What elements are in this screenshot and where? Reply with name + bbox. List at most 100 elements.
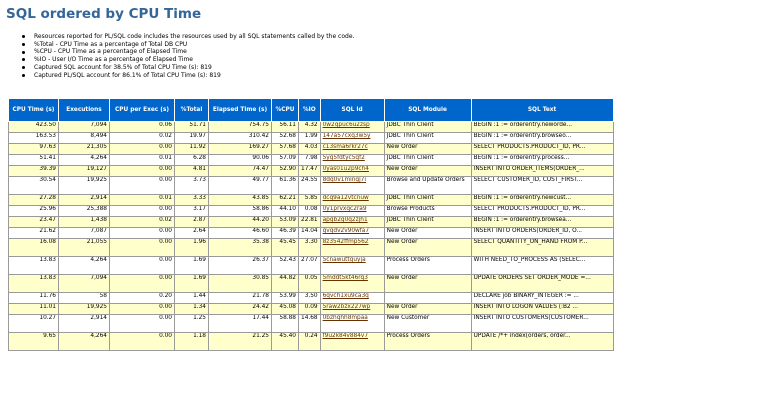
sql-id-link[interactable]: c13sma6rkr27c [323,145,368,151]
cell-sql-text: SELECT PRODUCTS.PRODUCT_ID, PR... [470,205,614,217]
note-item: %CPU - CPU Time as a percentage of Elaps… [22,48,354,56]
cell-cpu-per-exec: 0.00 [109,238,175,257]
cell-sql-text: INSERT INTO CUSTOMERS(CUSTOMER... [470,314,614,333]
cell-sql-id: gvqdv2v90wfa7 [319,227,385,239]
table-header-row: CPU Time (s) Executions CPU per Exec (s)… [8,98,614,122]
cell-elapsed-time: 49.77 [208,176,272,195]
cell-sql-module: Browse Products [383,205,472,217]
cell-executions: 19,925 [58,303,110,315]
cell-pct-total: 3.33 [174,194,209,206]
table-row: 13.83 4,264 0.00 1.69 26.37 52.43 27.07 5cnawut… [8,256,614,275]
cell-pct-cpu: 61.36 [271,176,299,195]
cell-sql-module: New Order [383,303,472,315]
cell-executions: 25,388 [58,205,110,217]
cell-sql-text: WITH NEED_TO_PROCESS AS (SELEC... [470,256,614,275]
cell-executions: 7,087 [58,227,110,239]
sql-id-link[interactable]: 0w2qpuc6u2zsp [323,123,370,129]
sql-id-link[interactable]: 6qvch1xu9ca3q [323,294,369,300]
sql-id-link[interactable]: dcq9a12vtcnuw [323,196,369,202]
cell-sql-module: JDBC Thin Client [383,154,472,166]
cell-cpu-time: 97.63 [8,143,59,155]
cell-cpu-per-exec: 0.06 [109,121,175,133]
sql-id-link[interactable]: 5mddt5kt46rq3 [323,276,368,282]
cell-cpu-time: 11.76 [8,292,59,304]
sql-id-link[interactable]: 8dq0v1mingj7i [323,178,366,184]
sql-id-link[interactable]: 0bzhqhh8mpaa [323,316,368,322]
cell-sql-text: UPDATE /*+ index(orders, order... [470,332,614,351]
cell-sql-id: 0bzhqhh8mpaa [319,314,385,333]
cell-pct-cpu: 52.90 [271,165,299,177]
cell-sql-id: 0y1prvxqc2ra9 [319,205,385,217]
sql-id-link[interactable]: f9u2k84v884v7 [323,334,368,340]
cell-sql-id: 5yg5fdtyc5gf2 [319,154,385,166]
sql-id-link[interactable]: 5raw2bzx227wp [323,305,371,311]
cell-executions: 2,914 [58,314,110,333]
cell-pct-total: 1.44 [174,292,209,304]
cell-pct-io: 14.68 [298,314,321,333]
cell-cpu-time: 39.39 [8,165,59,177]
cell-sql-module: New Order [383,227,472,239]
cell-pct-cpu: 57.09 [271,154,299,166]
cell-elapsed-time: 43.85 [208,194,272,206]
sql-id-link[interactable]: 147a57cxq3w5y [323,134,371,140]
cell-sql-module: New Order [383,274,472,293]
sql-id-link[interactable]: 8z3542ffmp562 [323,240,369,246]
note-item: %IO - User I/O Time as a percentage of E… [22,56,354,64]
sql-id-link[interactable]: gvqdv2v90wfa7 [323,229,369,235]
cell-pct-io: 5.85 [298,194,321,206]
cell-cpu-time: 25.96 [8,205,59,217]
cell-elapsed-time: 44.20 [208,216,272,228]
cell-sql-id: c13sma6rkr27c [319,143,385,155]
sql-id-link[interactable]: 0y1prvxqc2ra9 [323,207,367,213]
cell-sql-text: INSERT INTO ORDER_ITEMS(ORDER_... [470,165,614,177]
table-row: 423.50 7,094 0.06 51.71 754.75 56.11 4.32 0w2qp… [8,121,614,133]
cell-sql-module: Process Orders [383,256,472,275]
cell-elapsed-time: 17.44 [208,314,272,333]
cell-pct-io: 17.47 [298,165,321,177]
cell-elapsed-time: 754.75 [208,121,272,133]
cell-pct-io: 3.30 [298,238,321,257]
cell-pct-io: 0.08 [298,205,321,217]
cell-cpu-per-exec: 0.00 [109,227,175,239]
cell-pct-total: 3.17 [174,205,209,217]
sql-id-link[interactable]: apgb2g0q2zjh1 [323,218,368,224]
table-row: 21.62 7,087 0.00 2.64 46.60 46.39 14.04 gvqdv2v… [8,227,614,239]
cell-pct-cpu: 53.09 [271,216,299,228]
sql-id-link[interactable]: 5yg5fdtyc5gf2 [323,156,365,162]
cell-pct-total: 1.96 [174,238,209,257]
cell-cpu-per-exec: 0.00 [109,176,175,195]
sql-cpu-table: CPU Time (s) Executions CPU per Exec (s)… [8,98,614,351]
sql-id-link[interactable]: 5cnawuttguyja [323,258,366,264]
sql-id-link[interactable]: 0yas01u2p9ch4 [323,167,369,173]
cell-sql-text: INSERT INTO ORDERS(ORDER_ID, O... [470,227,614,239]
cell-sql-text: SELECT PRODUCTS.PRODUCT_ID, PR... [470,143,614,155]
cell-pct-cpu: 56.11 [271,121,299,133]
cell-pct-cpu: 52.43 [271,256,299,275]
header-cpu-per-exec: CPU per Exec (s) [109,98,175,122]
note-item: %Total - CPU Time as a percentage of Tot… [22,41,354,49]
note-item: Captured PL/SQL account for 86.1% of Tot… [22,72,354,80]
cell-sql-id: 0w2qpuc6u2zsp [319,121,385,133]
cell-sql-text: SELECT QUANTITY_ON_HAND FROM P... [470,238,614,257]
cell-elapsed-time: 169.27 [208,143,272,155]
cell-executions: 4,264 [58,256,110,275]
cell-pct-cpu: 52.68 [271,132,299,144]
cell-executions: 4,264 [58,332,110,351]
cell-cpu-time: 30.54 [8,176,59,195]
table-row: 13.83 7,094 0.00 1.69 30.85 44.82 0.05 5mddt5kt… [8,274,614,293]
header-elapsed-time: Elapsed Time (s) [208,98,272,122]
cell-pct-total: 3.73 [174,176,209,195]
cell-pct-io: 4.03 [298,143,321,155]
cell-pct-cpu: 62.21 [271,194,299,206]
cell-cpu-time: 27.28 [8,194,59,206]
cell-cpu-per-exec: 0.00 [109,143,175,155]
cell-pct-io: 0.05 [298,274,321,293]
cell-pct-io: 22.81 [298,216,321,228]
table-row: 30.54 19,925 0.00 3.73 49.77 61.36 24.55 8dq0v1… [8,176,614,195]
cell-sql-module: New Order [383,238,472,257]
cell-sql-module: JDBC Thin Client [383,216,472,228]
cell-cpu-time: 23.47 [8,216,59,228]
cell-cpu-per-exec: 0.01 [109,194,175,206]
cell-pct-total: 1.18 [174,332,209,351]
cell-pct-cpu: 57.68 [271,143,299,155]
